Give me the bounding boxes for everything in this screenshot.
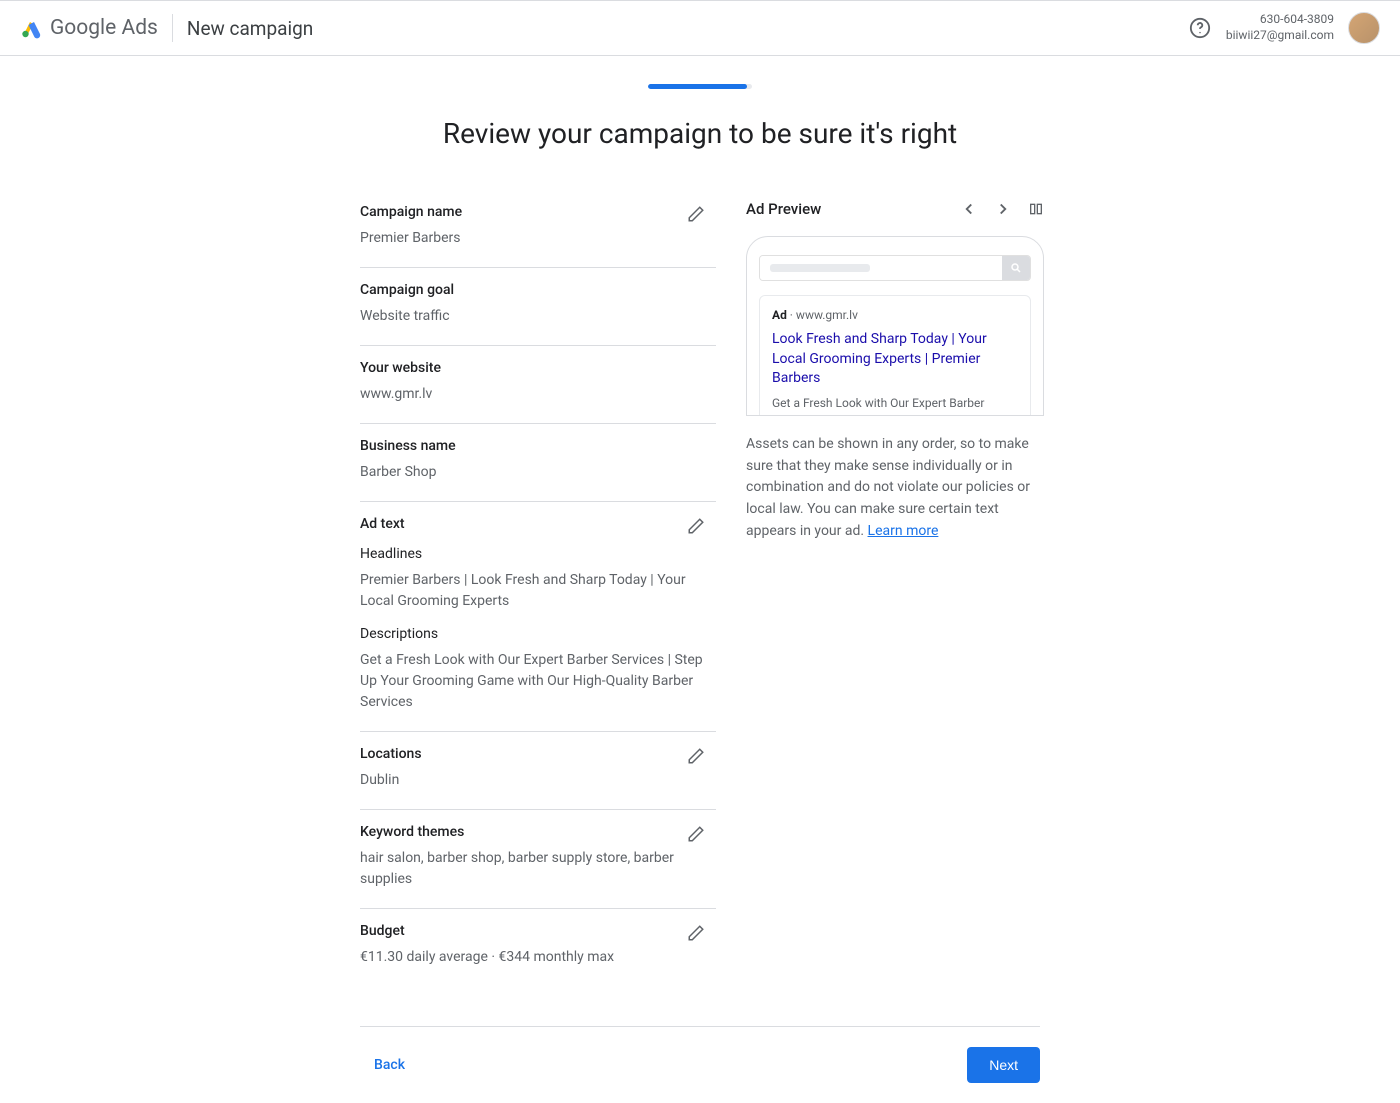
phone-preview-frame: Ad · www.gmr.lv Look Fresh and Sharp Tod…: [746, 236, 1044, 416]
header-divider: [172, 14, 173, 42]
footer: Back Next: [360, 1026, 1040, 1103]
user-avatar[interactable]: [1348, 12, 1380, 44]
progress-bar: [648, 84, 752, 89]
preview-title: Ad Preview: [746, 200, 821, 218]
campaign-name-label: Campaign name: [360, 204, 716, 220]
page-title: Review your campaign to be sure it's rig…: [0, 117, 1400, 150]
locations-value: Dublin: [360, 770, 716, 791]
budget-value: €11.30 daily average · €344 monthly max: [360, 947, 716, 968]
section-locations: Locations Dublin: [360, 732, 716, 810]
edit-campaign-name-button[interactable]: [684, 202, 708, 226]
section-campaign-goal: Campaign goal Website traffic: [360, 268, 716, 346]
account-email: biiwii27@gmail.com: [1226, 28, 1334, 44]
ad-badge-text: Ad: [772, 308, 787, 322]
section-business-name: Business name Barber Shop: [360, 424, 716, 502]
edit-budget-button[interactable]: [684, 921, 708, 945]
google-ads-icon: [20, 16, 44, 40]
progress-bar-wrap: [0, 84, 1400, 89]
descriptions-value: Get a Fresh Look with Our Expert Barber …: [360, 650, 716, 713]
business-name-label: Business name: [360, 438, 716, 454]
search-box-mock: [759, 255, 1031, 281]
section-ad-text: Ad text Headlines Premier Barbers | Look…: [360, 502, 716, 732]
preview-prev-button[interactable]: [960, 200, 978, 218]
section-budget: Budget €11.30 daily average · €344 month…: [360, 909, 716, 986]
google-ads-logo[interactable]: Google Ads: [20, 16, 158, 40]
help-icon: [1189, 17, 1211, 39]
section-website: Your website www.gmr.lv: [360, 346, 716, 424]
edit-ad-text-button[interactable]: [684, 514, 708, 538]
campaign-goal-value: Website traffic: [360, 306, 716, 327]
page-context: New campaign: [187, 17, 313, 40]
ad-text-label: Ad text: [360, 516, 716, 532]
ad-preview-card: Ad · www.gmr.lv Look Fresh and Sharp Tod…: [759, 295, 1031, 416]
keywords-value: hair salon, barber shop, barber supply s…: [360, 848, 716, 890]
learn-more-link[interactable]: Learn more: [868, 523, 939, 539]
pencil-icon: [687, 517, 705, 535]
website-label: Your website: [360, 360, 716, 376]
account-phone: 630-604-3809: [1226, 12, 1334, 28]
preview-controls: [960, 200, 1044, 218]
progress-fill: [648, 84, 747, 89]
ad-preview-headline: Look Fresh and Sharp Today | Your Local …: [772, 330, 1018, 389]
headlines-label: Headlines: [360, 546, 716, 562]
descriptions-label: Descriptions: [360, 626, 716, 642]
app-header: Google Ads New campaign 630-604-3809 bii…: [0, 0, 1400, 56]
pencil-icon: [687, 205, 705, 223]
search-button-mock: [1002, 256, 1030, 280]
preview-layout-button[interactable]: [1028, 201, 1044, 217]
back-button[interactable]: Back: [360, 1049, 419, 1081]
preview-note: Assets can be shown in any order, so to …: [746, 434, 1044, 542]
chevron-left-icon: [960, 200, 978, 218]
account-info: 630-604-3809 biiwii27@gmail.com: [1226, 12, 1334, 43]
headlines-value: Premier Barbers | Look Fresh and Sharp T…: [360, 570, 716, 612]
ad-preview-description: Get a Fresh Look with Our Expert Barber …: [772, 395, 1018, 416]
ad-sep: ·: [787, 308, 796, 322]
chevron-right-icon: [994, 200, 1012, 218]
website-value: www.gmr.lv: [360, 384, 716, 405]
main-content: Campaign name Premier Barbers Campaign g…: [360, 190, 1040, 986]
logo-text: Google Ads: [50, 16, 158, 40]
edit-keywords-button[interactable]: [684, 822, 708, 846]
pencil-icon: [687, 825, 705, 843]
business-name-value: Barber Shop: [360, 462, 716, 483]
search-input-mock: [760, 256, 1002, 280]
search-icon: [1010, 262, 1022, 274]
help-button[interactable]: [1188, 16, 1212, 40]
section-campaign-name: Campaign name Premier Barbers: [360, 190, 716, 268]
preview-next-button[interactable]: [994, 200, 1012, 218]
campaign-goal-label: Campaign goal: [360, 282, 716, 298]
section-keywords: Keyword themes hair salon, barber shop, …: [360, 810, 716, 909]
edit-locations-button[interactable]: [684, 744, 708, 768]
pencil-icon: [687, 924, 705, 942]
next-button[interactable]: Next: [967, 1047, 1040, 1083]
budget-label: Budget: [360, 923, 716, 939]
review-column: Campaign name Premier Barbers Campaign g…: [360, 190, 716, 986]
preview-column: Ad Preview: [746, 190, 1044, 986]
pencil-icon: [687, 747, 705, 765]
preview-header: Ad Preview: [746, 190, 1044, 236]
header-left: Google Ads New campaign: [20, 14, 313, 42]
header-right: 630-604-3809 biiwii27@gmail.com: [1188, 12, 1380, 44]
locations-label: Locations: [360, 746, 716, 762]
ad-url: www.gmr.lv: [796, 308, 858, 322]
campaign-name-value: Premier Barbers: [360, 228, 716, 249]
columns-icon: [1028, 201, 1044, 217]
ad-badge: Ad · www.gmr.lv: [772, 308, 1018, 322]
keywords-label: Keyword themes: [360, 824, 716, 840]
